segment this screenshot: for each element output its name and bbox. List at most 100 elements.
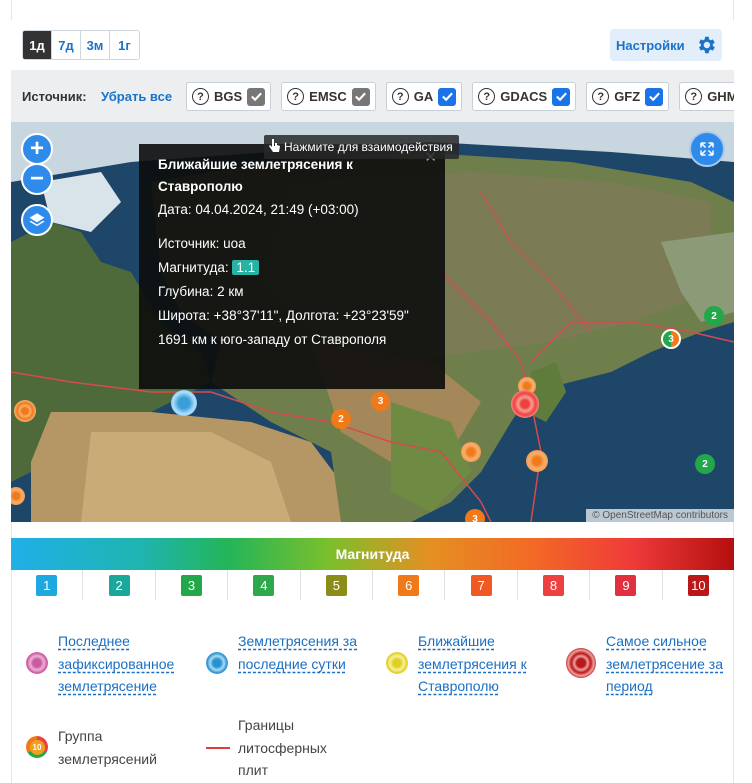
- legend-nearest: Ближайшие землетрясения к Ставрополю: [386, 630, 548, 698]
- legend-strongest-text[interactable]: Самое сильное землетрясение за период: [606, 630, 726, 698]
- nearest-quake-icon: [386, 652, 408, 674]
- popup-distance: 1691 км к юго-западу от Ставрополя: [158, 332, 387, 347]
- checkbox-checked-icon[interactable]: [438, 87, 457, 106]
- zoom-in-button[interactable]: +: [21, 133, 53, 165]
- popup-coords: Широта: +38°37'11", Долгота: +23°23'59": [158, 308, 409, 323]
- earthquake-marker[interactable]: 2: [704, 306, 724, 326]
- source-name: GDACS: [500, 89, 548, 104]
- help-icon[interactable]: ?: [685, 88, 703, 105]
- magnitude-value: 10: [687, 574, 709, 596]
- period-7d[interactable]: 7д: [52, 31, 81, 59]
- popup-magnitude: Магнитуда: 1.1: [158, 256, 426, 280]
- help-icon[interactable]: ?: [287, 88, 305, 105]
- earthquake-group-marker[interactable]: 3: [661, 329, 681, 349]
- strongest-quake-icon: [566, 648, 596, 678]
- legend-group-text: Группа землетрясений: [58, 728, 157, 767]
- magnitude-cell: 9: [589, 570, 661, 600]
- zoom-out-button[interactable]: −: [21, 163, 53, 195]
- period-1y[interactable]: 1г: [110, 31, 139, 59]
- fullscreen-button[interactable]: [689, 131, 725, 167]
- legend-nearest-text[interactable]: Ближайшие землетрясения к Ставрополю: [418, 630, 548, 698]
- period-3m[interactable]: 3м: [81, 31, 110, 59]
- expand-icon: [700, 142, 714, 156]
- help-icon[interactable]: ?: [192, 88, 209, 105]
- group-badge: 10: [29, 739, 45, 755]
- magnitude-cell: 4: [227, 570, 299, 600]
- magnitude-value: 2: [108, 574, 130, 596]
- source-chip-gfz[interactable]: ? GFZ: [586, 82, 670, 111]
- earthquake-marker[interactable]: 2: [331, 409, 351, 429]
- earthquake-marker[interactable]: 3: [371, 392, 390, 411]
- source-label: Источник:: [22, 89, 87, 104]
- hand-pointer-icon: [269, 139, 280, 152]
- magnitude-scale: Магнитуда: [11, 538, 734, 570]
- help-icon[interactable]: ?: [391, 88, 409, 105]
- earthquake-marker[interactable]: [14, 400, 36, 422]
- magnitude-value: 7: [470, 574, 492, 596]
- source-name: EMSC: [309, 89, 347, 104]
- top-bar: 1д 7д 3м 1г Настройки: [11, 20, 734, 70]
- checkbox-checked-icon[interactable]: [351, 87, 370, 106]
- day-quake-icon: [206, 652, 228, 674]
- earthquake-marker[interactable]: 2: [695, 454, 715, 474]
- popup-date: Дата: 04.04.2024, 21:49 (+03:00): [158, 202, 359, 217]
- legend-day-text[interactable]: Землетрясения за последние сутки: [238, 630, 368, 675]
- magnitude-cell: 6: [372, 570, 444, 600]
- legend-last-text[interactable]: Последнее зафиксированное землетрясение: [58, 630, 198, 698]
- source-chips: ? BGS ? EMSC ? GA ? GDACS ? GFZ ? GHM: [186, 82, 734, 111]
- earthquake-marker[interactable]: 3: [465, 509, 485, 522]
- earthquake-marker[interactable]: [526, 450, 548, 472]
- legend-group: 10 Группа землетрясений: [26, 725, 178, 770]
- source-chip-ga[interactable]: ? GA: [385, 82, 463, 111]
- magnitude-cell: 5: [299, 570, 372, 600]
- checkbox-checked-icon[interactable]: [247, 87, 266, 106]
- magnitude-values: 1 2 3 4 5 6 7 8 9 10: [11, 570, 734, 600]
- magnitude-label: Магнитуда:: [158, 260, 229, 275]
- magnitude-cell: 1: [11, 570, 82, 600]
- magnitude-badge: 1.1: [232, 260, 260, 275]
- checkbox-checked-icon[interactable]: [645, 87, 664, 106]
- interaction-hint: Нажмите для взаимодействия: [264, 135, 459, 159]
- magnitude-value: 3: [181, 574, 203, 596]
- help-icon[interactable]: ?: [592, 88, 610, 105]
- checkbox-checked-icon[interactable]: [552, 87, 571, 106]
- popup-title: Ближайшие землетрясения к Ставрополю: [158, 157, 353, 194]
- earthquake-marker[interactable]: [511, 390, 539, 418]
- magnitude-cell: 7: [444, 570, 516, 600]
- source-chip-gdacs[interactable]: ? GDACS: [472, 82, 577, 111]
- source-bar: Источник: Убрать все ? BGS ? EMSC ? GA ?…: [11, 70, 734, 122]
- plate-line-icon: [206, 747, 230, 749]
- last-quake-icon: [26, 652, 48, 674]
- source-name: GA: [413, 89, 434, 104]
- map-attribution[interactable]: © OpenStreetMap contributors: [586, 509, 734, 522]
- legend-day: Землетрясения за последние сутки: [206, 630, 368, 675]
- magnitude-cell: 8: [516, 570, 589, 600]
- help-icon[interactable]: ?: [478, 88, 496, 105]
- popup-source: Источник: uoa: [158, 236, 246, 251]
- hint-text: Нажмите для взаимодействия: [284, 140, 453, 154]
- source-chip-emsc[interactable]: ? EMSC: [281, 82, 376, 111]
- group-icon: 10: [26, 736, 48, 758]
- scale-title: Магнитуда: [335, 546, 410, 562]
- earthquake-map[interactable]: + − 2 3 3 2 2 3 ✕ Ближайшие землетрясени…: [11, 122, 734, 522]
- magnitude-value: 5: [325, 574, 347, 596]
- gear-icon: [699, 36, 715, 54]
- settings-button[interactable]: Настройки: [610, 29, 722, 61]
- earthquake-popup: ✕ Ближайшие землетрясения к Ставрополю Д…: [139, 144, 445, 389]
- magnitude-cell: 10: [661, 570, 734, 600]
- earthquake-marker[interactable]: [461, 442, 481, 462]
- magnitude-value: 8: [543, 574, 565, 596]
- layers-button[interactable]: [21, 204, 53, 236]
- popup-depth: Глубина: 2 км: [158, 284, 244, 299]
- magnitude-value: 1: [36, 574, 58, 596]
- source-name: GFZ: [614, 89, 641, 104]
- clear-all-link[interactable]: Убрать все: [101, 89, 172, 104]
- source-chip-bgs[interactable]: ? BGS: [186, 82, 272, 111]
- period-1d[interactable]: 1д: [23, 31, 52, 59]
- source-name: BGS: [214, 89, 243, 104]
- source-chip-ghm[interactable]: ? GHM: [679, 82, 734, 111]
- legend-plates-text: Границы литосферных плит: [238, 717, 327, 778]
- legend-plates: Границы литосферных плит: [206, 714, 358, 782]
- earthquake-marker-selected[interactable]: [171, 390, 197, 416]
- magnitude-value: 6: [398, 574, 420, 596]
